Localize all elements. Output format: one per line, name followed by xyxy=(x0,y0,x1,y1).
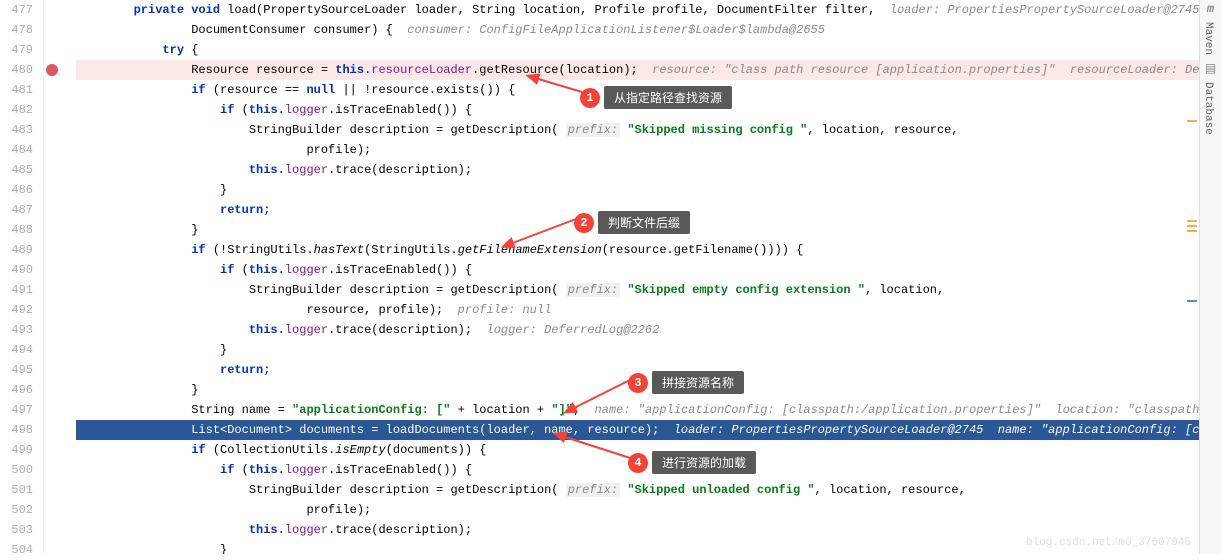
code-line[interactable]: String name = "applicationConfig: [" + l… xyxy=(76,400,1221,420)
annotation-callout: 3拼接资源名称 xyxy=(628,371,744,394)
code-line[interactable]: profile); xyxy=(76,140,1221,160)
database-icon[interactable]: ▤ xyxy=(1200,59,1221,78)
code-line[interactable]: private void load(PropertySourceLoader l… xyxy=(76,0,1221,20)
code-editor[interactable]: 4774784794804814824834844854864874884894… xyxy=(0,0,1221,554)
callout-label: 进行资源的加载 xyxy=(652,451,756,474)
line-number: 494 xyxy=(0,340,33,360)
line-number: 501 xyxy=(0,480,33,500)
line-number: 489 xyxy=(0,240,33,260)
callout-number: 3 xyxy=(628,373,648,393)
database-tool[interactable]: Database xyxy=(1200,78,1216,139)
line-number: 479 xyxy=(0,40,33,60)
line-number: 484 xyxy=(0,140,33,160)
code-line[interactable]: } xyxy=(76,340,1221,360)
line-number: 502 xyxy=(0,500,33,520)
line-number: 500 xyxy=(0,460,33,480)
code-line[interactable]: if (this.logger.isTraceEnabled()) { xyxy=(76,260,1221,280)
breakpoint-marker[interactable] xyxy=(46,64,58,76)
callout-number: 4 xyxy=(628,453,648,473)
maven-icon[interactable]: m xyxy=(1200,0,1221,18)
line-number: 504 xyxy=(0,540,33,560)
code-line[interactable]: resource, profile); profile: null xyxy=(76,300,1221,320)
line-number: 488 xyxy=(0,220,33,240)
callout-label: 拼接资源名称 xyxy=(652,371,744,394)
code-line[interactable]: DocumentConsumer consumer) { consumer: C… xyxy=(76,20,1221,40)
annotation-callout: 4进行资源的加载 xyxy=(628,451,756,474)
fold-gutter[interactable] xyxy=(62,0,76,554)
minimap[interactable] xyxy=(1185,0,1197,554)
line-number: 497 xyxy=(0,400,33,420)
line-number: 495 xyxy=(0,360,33,380)
code-line[interactable]: StringBuilder description = getDescripti… xyxy=(76,280,1221,300)
callout-label: 判断文件后缀 xyxy=(598,211,690,234)
line-number: 498 xyxy=(0,420,33,440)
line-number: 486 xyxy=(0,180,33,200)
line-number: 487 xyxy=(0,200,33,220)
line-number: 490 xyxy=(0,260,33,280)
line-number: 481 xyxy=(0,80,33,100)
line-number: 492 xyxy=(0,300,33,320)
code-line[interactable]: StringBuilder description = getDescripti… xyxy=(76,120,1221,140)
callout-number: 2 xyxy=(574,213,594,233)
line-number: 478 xyxy=(0,20,33,40)
code-line[interactable]: Resource resource = this.resourceLoader.… xyxy=(76,60,1221,80)
code-line[interactable]: if (!StringUtils.hasText(StringUtils.get… xyxy=(76,240,1221,260)
line-number: 496 xyxy=(0,380,33,400)
annotation-callout: 2判断文件后缀 xyxy=(574,211,690,234)
line-number-gutter: 4774784794804814824834844854864874884894… xyxy=(0,0,44,554)
line-number: 503 xyxy=(0,520,33,540)
maven-tool[interactable]: Maven xyxy=(1200,18,1216,59)
code-line[interactable]: this.logger.trace(description); xyxy=(76,160,1221,180)
code-line[interactable]: List<Document> documents = loadDocuments… xyxy=(76,420,1221,440)
line-number: 477 xyxy=(0,0,33,20)
line-number: 499 xyxy=(0,440,33,460)
line-number: 480 xyxy=(0,60,33,80)
callout-label: 从指定路径查找资源 xyxy=(604,86,732,109)
line-number: 483 xyxy=(0,120,33,140)
callout-number: 1 xyxy=(580,88,600,108)
code-line[interactable]: profile); xyxy=(76,500,1221,520)
line-number: 493 xyxy=(0,320,33,340)
right-toolbar: m Maven ▤ Database xyxy=(1199,0,1221,554)
annotation-callout: 1从指定路径查找资源 xyxy=(580,86,732,109)
watermark: blog.csdn.net/m0_37607945 xyxy=(1026,537,1191,549)
code-line[interactable]: } xyxy=(76,180,1221,200)
line-number: 491 xyxy=(0,280,33,300)
line-number: 485 xyxy=(0,160,33,180)
breakpoint-gutter[interactable] xyxy=(44,0,62,554)
line-number: 482 xyxy=(0,100,33,120)
code-line[interactable]: this.logger.trace(description); logger: … xyxy=(76,320,1221,340)
code-line[interactable]: try { xyxy=(76,40,1221,60)
code-line[interactable]: StringBuilder description = getDescripti… xyxy=(76,480,1221,500)
